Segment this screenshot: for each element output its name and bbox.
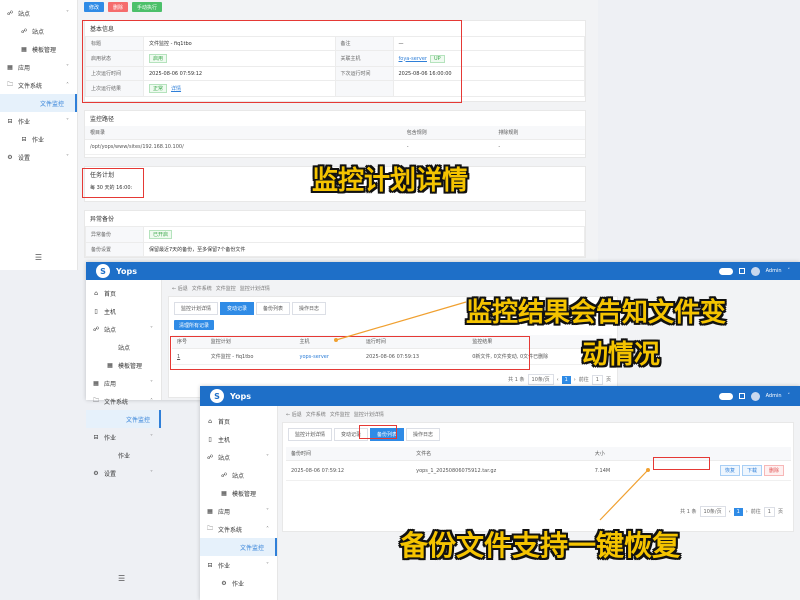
arrow-line-2 [599, 469, 649, 521]
caption-backup-restore: 备份文件支持一键恢复 [400, 529, 681, 562]
caption-monitor-result-1: 监控结果会告知文件变 [466, 298, 727, 328]
caption-plan-detail: 监控计划详情 [312, 166, 469, 196]
arrow-line-1 [335, 301, 467, 341]
arrow-dot-1 [334, 338, 338, 342]
caption-monitor-result-2: 动情况 [582, 340, 661, 370]
arrow-dot-2 [646, 468, 650, 472]
